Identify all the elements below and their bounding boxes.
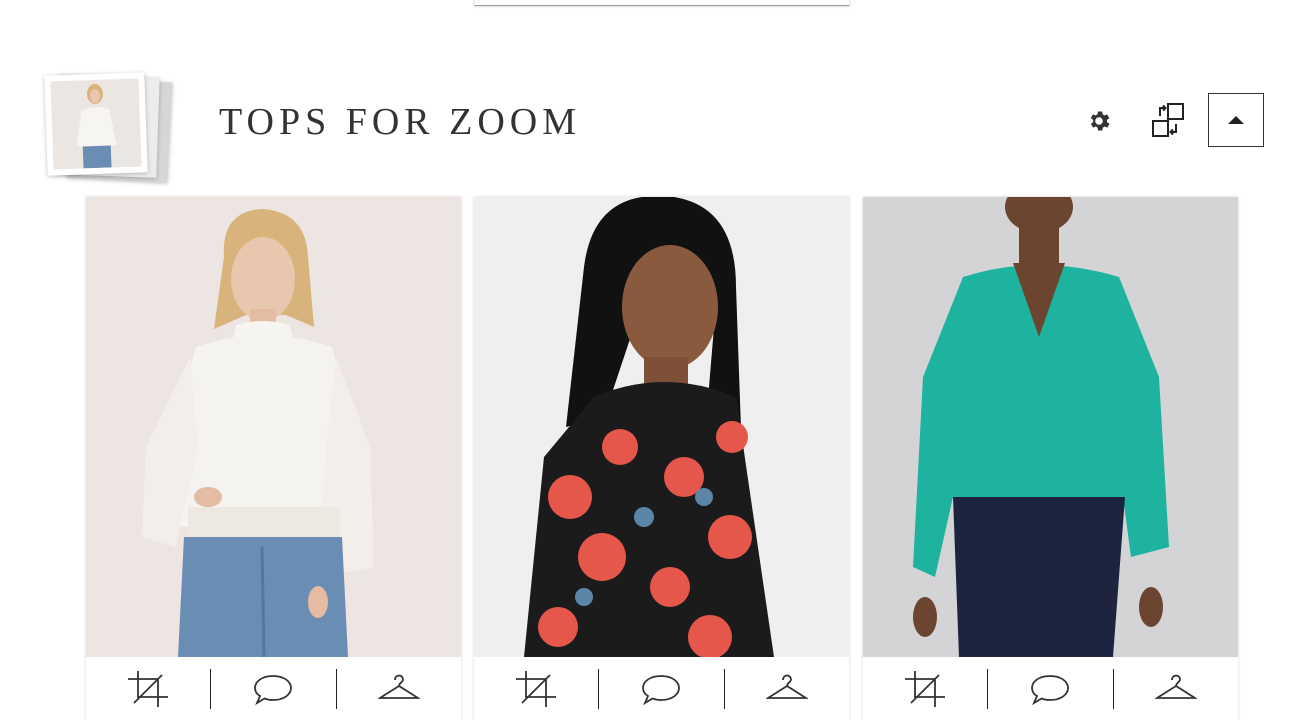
board-cover-thumbnail	[50, 78, 142, 170]
collapse-button[interactable]	[1208, 93, 1264, 147]
crop-button[interactable]	[863, 657, 987, 720]
caret-up-icon	[1228, 116, 1244, 124]
hanger-button[interactable]	[337, 657, 461, 720]
hanger-button[interactable]	[725, 657, 849, 720]
swap-arrange-icon	[1152, 103, 1184, 137]
crop-icon	[516, 670, 557, 707]
stack-card-front	[44, 72, 148, 176]
comment-button[interactable]	[211, 657, 335, 720]
top-dropdown-bar[interactable]	[474, 0, 850, 6]
gear-icon	[1090, 111, 1110, 131]
product-image-white-blouse[interactable]	[86, 197, 461, 657]
product-card	[474, 197, 849, 720]
card-actions	[474, 657, 849, 720]
hanger-icon	[765, 674, 808, 699]
comment-button[interactable]	[988, 657, 1112, 720]
crop-button[interactable]	[86, 657, 210, 720]
hanger-icon	[377, 674, 420, 699]
hanger-icon	[1154, 674, 1197, 699]
card-actions	[863, 657, 1238, 720]
settings-button[interactable]	[1082, 104, 1116, 138]
crop-icon	[128, 670, 169, 707]
comment-icon	[642, 674, 681, 705]
board-title: TOPS FOR ZOOM	[219, 101, 582, 143]
board-header: TOPS FOR ZOOM	[0, 60, 1300, 190]
card-actions	[86, 657, 461, 720]
rearrange-button[interactable]	[1148, 100, 1188, 140]
product-card	[86, 197, 461, 720]
board-cover-stack[interactable]	[40, 68, 200, 188]
product-card	[863, 197, 1238, 720]
product-image-teal-blouse[interactable]	[863, 197, 1238, 657]
comment-icon	[1031, 674, 1070, 705]
hanger-button[interactable]	[1114, 657, 1238, 720]
crop-button[interactable]	[474, 657, 598, 720]
product-image-floral-shirt[interactable]	[474, 197, 849, 657]
comment-icon	[254, 674, 293, 705]
comment-button[interactable]	[599, 657, 723, 720]
crop-icon	[905, 670, 946, 707]
